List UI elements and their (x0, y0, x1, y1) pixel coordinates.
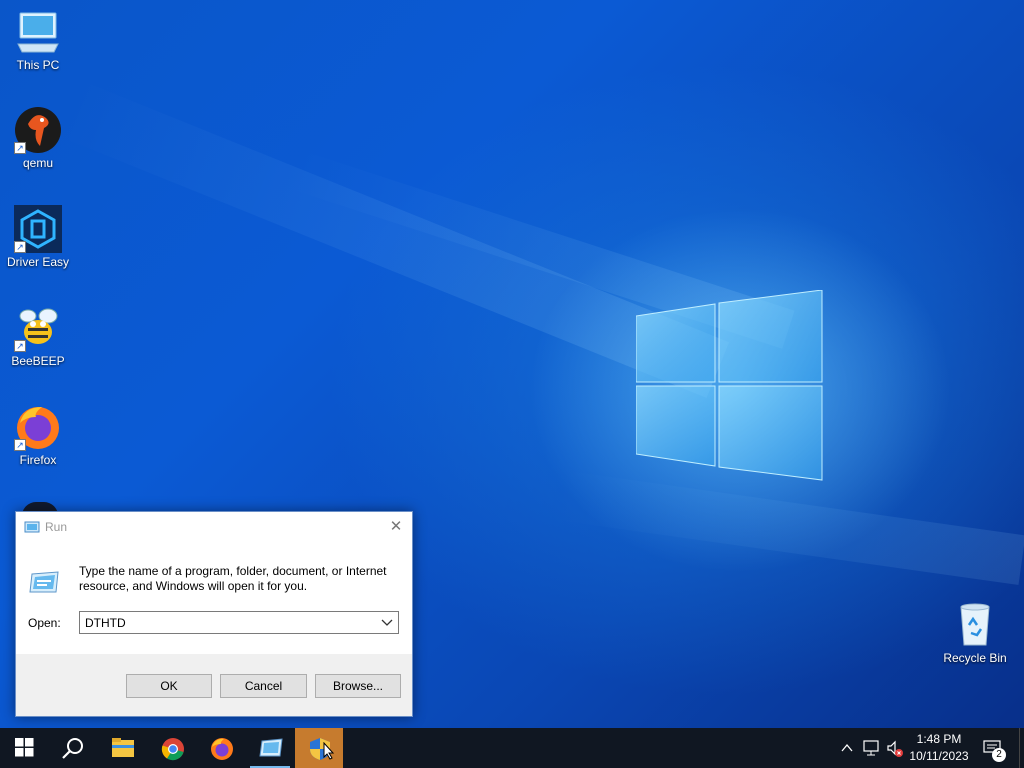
run-icon (24, 521, 40, 533)
search-icon (62, 738, 83, 759)
chevron-up-icon[interactable] (840, 742, 854, 754)
clock[interactable]: 1:48 PM 10/11/2023 (904, 731, 974, 765)
desktop-icon-qemu[interactable]: ↗ qemu (0, 106, 76, 170)
clock-date: 10/11/2023 (909, 749, 969, 763)
network-icon[interactable] (862, 740, 880, 756)
desktop-icon-label: Driver Easy (6, 255, 69, 269)
desktop-icon-label: BeeBEEP (11, 354, 65, 368)
recycle-bin-icon (951, 601, 999, 649)
firefox-icon (211, 738, 233, 760)
shortcut-arrow-icon: ↗ (14, 340, 26, 352)
windows-logo (636, 290, 823, 481)
taskbar-security[interactable] (295, 728, 343, 768)
bee-icon: ↗ (14, 304, 62, 352)
run-body: Type the name of a program, folder, docu… (16, 542, 412, 654)
chrome-icon (161, 738, 184, 761)
file-explorer-icon (112, 738, 134, 757)
run-program-icon (29, 571, 59, 593)
mouse-cursor-icon (323, 742, 335, 760)
chevron-down-icon[interactable] (379, 614, 395, 631)
desktop-icon-label: Recycle Bin (943, 651, 1007, 665)
run-description: Type the name of a program, folder, docu… (79, 564, 387, 593)
open-label: Open: (28, 616, 61, 630)
open-input[interactable] (80, 612, 378, 633)
desktop-icon-label: qemu (22, 156, 54, 170)
desktop-icon-driver-easy[interactable]: ↗ Driver Easy (0, 205, 76, 269)
desktop-icon-beebeep[interactable]: ↗ BeeBEEP (0, 304, 76, 368)
run-dialog[interactable]: Run ✕ Type the name of a program, folder… (15, 511, 413, 717)
desktop-icon-label: This PC (16, 58, 60, 72)
taskbar: 1:48 PM 10/11/2023 2 (0, 728, 1024, 768)
shortcut-arrow-icon: ↗ (14, 241, 26, 253)
driver-easy-icon: ↗ (14, 205, 62, 253)
desktop-icon-firefox[interactable]: ↗ Firefox (0, 403, 76, 467)
desktop[interactable]: This PC ↗ qemu ↗ Driver Easy ↗ BeeBEEP ↗… (0, 0, 1024, 728)
shortcut-arrow-icon: ↗ (14, 142, 26, 154)
taskbar-file-explorer[interactable] (98, 728, 146, 768)
show-desktop-button[interactable] (1019, 728, 1024, 768)
taskbar-chrome[interactable] (148, 728, 196, 768)
action-center-button[interactable]: 2 (980, 728, 1010, 768)
computer-icon (14, 8, 62, 56)
taskbar-firefox[interactable] (197, 728, 245, 768)
run-icon (259, 738, 283, 757)
run-titlebar[interactable]: Run ✕ (16, 512, 412, 542)
volume-muted-icon[interactable] (886, 740, 904, 758)
desktop-icon-label: Firefox (19, 453, 57, 467)
start-button[interactable] (0, 728, 48, 768)
search-button[interactable] (48, 728, 96, 768)
firefox-icon: ↗ (14, 403, 62, 451)
desktop-icon-recycle-bin[interactable]: Recycle Bin (937, 601, 1013, 665)
clock-time: 1:48 PM (916, 732, 962, 746)
close-button[interactable]: ✕ (384, 515, 408, 539)
shortcut-arrow-icon: ↗ (14, 439, 26, 451)
run-title: Run (45, 520, 68, 534)
taskbar-run[interactable] (246, 728, 294, 768)
open-combobox[interactable] (79, 611, 399, 634)
qemu-icon: ↗ (14, 106, 62, 154)
notification-count-badge: 2 (992, 748, 1006, 762)
cancel-button[interactable]: Cancel (220, 674, 307, 698)
browse-button[interactable]: Browse... (315, 674, 401, 698)
ok-button[interactable]: OK (126, 674, 212, 698)
desktop-icon-this-pc[interactable]: This PC (0, 8, 76, 72)
start-icon (15, 738, 34, 757)
